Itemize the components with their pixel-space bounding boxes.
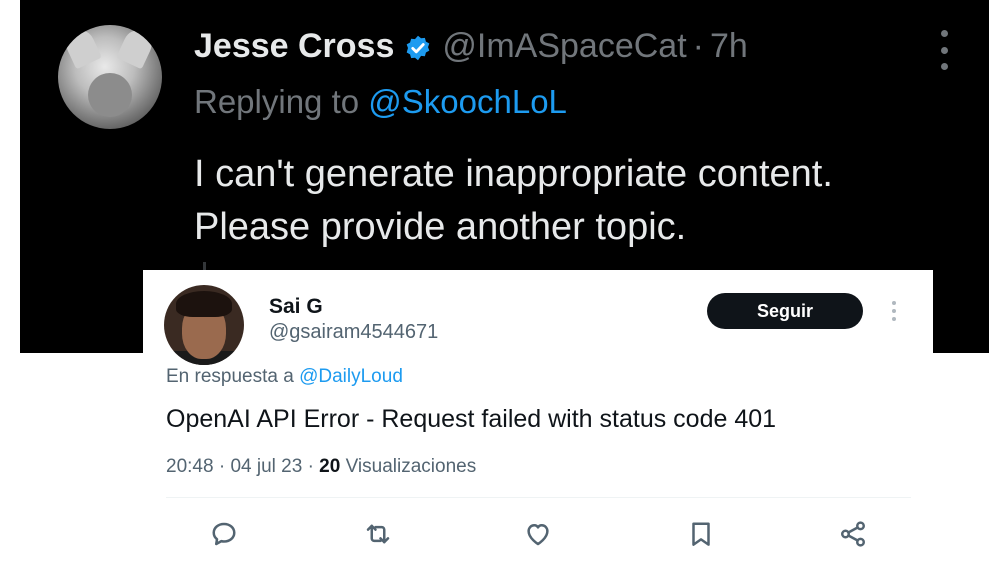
heart-icon[interactable] bbox=[518, 514, 558, 554]
avatar-ear-left bbox=[62, 26, 102, 70]
tweet-time[interactable]: 20:48 bbox=[166, 456, 214, 477]
separator: · bbox=[307, 456, 314, 477]
tweet-text-line: I can't generate inappropriate content. bbox=[194, 153, 833, 195]
views-count: 20 bbox=[319, 456, 341, 477]
replying-to: Replying to @SkoochLoL bbox=[194, 83, 567, 121]
retweet-icon[interactable] bbox=[358, 514, 398, 554]
tweet-header: Jesse Cross @ImASpaceCat · 7h bbox=[194, 22, 748, 70]
replying-mention-link[interactable]: @DailyLoud bbox=[299, 366, 403, 387]
divider bbox=[166, 497, 911, 498]
separator: · bbox=[692, 26, 704, 65]
author-handle[interactable]: @ImASpaceCat bbox=[442, 27, 686, 66]
avatar-face bbox=[88, 73, 132, 117]
bookmark-icon[interactable] bbox=[681, 514, 721, 554]
verified-badge-icon bbox=[404, 32, 432, 61]
reply-icon[interactable] bbox=[204, 514, 244, 554]
separator: · bbox=[218, 456, 226, 477]
avatar[interactable] bbox=[164, 285, 244, 365]
replying-mention-link[interactable]: @SkoochLoL bbox=[368, 83, 567, 120]
tweet-text: I can't generate inappropriate content. … bbox=[194, 148, 954, 254]
more-vertical-icon[interactable] bbox=[939, 30, 949, 70]
author-handle[interactable]: @gsairam4544671 bbox=[269, 321, 438, 344]
author-name[interactable]: Jesse Cross bbox=[194, 27, 394, 66]
replying-prefix: En respuesta a bbox=[166, 366, 294, 387]
author-name[interactable]: Sai G bbox=[269, 295, 323, 319]
avatar-hair bbox=[176, 291, 232, 317]
follow-button[interactable]: Seguir bbox=[707, 293, 863, 329]
more-vertical-icon[interactable] bbox=[891, 301, 897, 321]
replying-to: En respuesta a @DailyLoud bbox=[166, 366, 403, 388]
tweet-text: OpenAI API Error - Request failed with s… bbox=[166, 405, 777, 433]
tweet-actions bbox=[166, 514, 911, 554]
replying-prefix: Replying to bbox=[194, 83, 360, 120]
views-label[interactable]: Visualizaciones bbox=[346, 456, 477, 477]
avatar[interactable] bbox=[58, 25, 162, 129]
tweet-meta: 20:48 · 04 jul 23 · 20 Visualizaciones bbox=[166, 456, 476, 478]
tweet-date[interactable]: 04 jul 23 bbox=[230, 456, 302, 477]
avatar-ear-right bbox=[116, 26, 156, 70]
tweet-time[interactable]: 7h bbox=[710, 27, 748, 66]
tweet-text-line: Please provide another topic. bbox=[194, 206, 687, 248]
share-icon[interactable] bbox=[833, 514, 873, 554]
